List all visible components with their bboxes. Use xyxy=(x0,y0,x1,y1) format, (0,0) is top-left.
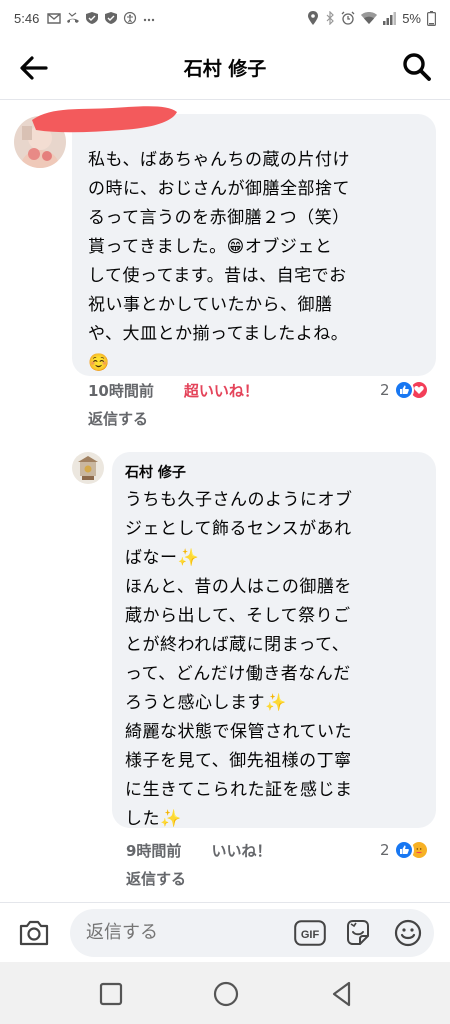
sticker-icon[interactable] xyxy=(344,918,372,948)
avatar[interactable] xyxy=(72,452,104,484)
shield-check-icon xyxy=(86,12,99,24)
search-icon[interactable] xyxy=(402,52,432,82)
top-bar: 石村 修子 xyxy=(0,36,450,100)
accessibility-icon xyxy=(124,12,137,24)
gif-icon[interactable]: GIF xyxy=(294,920,326,946)
reply-input[interactable] xyxy=(86,909,286,957)
battery-icon xyxy=(427,10,436,26)
recent-apps-icon[interactable] xyxy=(97,980,125,1008)
like-reaction-icon xyxy=(393,840,414,860)
status-bar: 5:46 5% xyxy=(0,0,450,36)
gmail-icon xyxy=(47,13,62,24)
comment-bubble[interactable]: 私も、ばあちゃんちの蔵の片付け の時に、おじさんが御膳全部捨て るって言うのを赤… xyxy=(72,114,436,376)
reply-input-container: GIF xyxy=(70,909,434,957)
home-icon[interactable] xyxy=(212,980,240,1008)
comment-text: うちも久子さんのようにオブ ジェとして飾るセンスがあれ ばなー✨ ほんと、昔の人… xyxy=(125,490,353,829)
like-reaction-icon xyxy=(393,380,414,400)
comment-time: 9時間前 xyxy=(126,842,182,860)
status-right-cluster: 5% xyxy=(307,10,436,26)
missed-call-icon xyxy=(67,12,80,23)
reaction-summary[interactable]: 2 xyxy=(380,380,429,400)
comment-meta: 10時間前 超いいね！ xyxy=(88,380,259,401)
reply-button[interactable]: 返信する xyxy=(126,868,186,889)
reply-composer: GIF xyxy=(0,902,450,962)
comment-text: 私も、ばあちゃんちの蔵の片付け の時に、おじさんが御膳全部捨て るって言うのを赤… xyxy=(88,150,350,373)
wifi-icon xyxy=(361,11,378,24)
reaction-summary[interactable]: 2 xyxy=(380,840,429,860)
shield-check-icon xyxy=(105,12,118,24)
comment-bubble[interactable]: 石村 修子 うちも久子さんのようにオブ ジェとして飾るセンスがあれ ばなー✨ ほ… xyxy=(112,452,436,829)
alarm-icon xyxy=(341,11,355,25)
emoji-icon[interactable] xyxy=(394,919,422,947)
reply-button[interactable]: 返信する xyxy=(88,408,148,429)
back-nav-icon[interactable] xyxy=(328,980,356,1008)
super-like-button[interactable]: 超いいね！ xyxy=(184,380,259,401)
camera-icon[interactable] xyxy=(18,919,50,947)
comment-time: 10時間前 xyxy=(88,382,154,400)
more-dots-icon xyxy=(144,18,155,22)
signal-icon xyxy=(383,11,397,25)
comment-meta: 9時間前 いいね！ xyxy=(126,840,271,861)
system-nav-bar xyxy=(0,962,450,1024)
like-button[interactable]: いいね！ xyxy=(211,840,271,861)
location-icon xyxy=(308,11,319,25)
reaction-count: 2 xyxy=(380,841,390,859)
comment-author[interactable]: 石村 修子 xyxy=(125,462,186,482)
back-arrow-icon[interactable] xyxy=(18,54,50,82)
gif-label: GIF xyxy=(301,929,320,941)
redaction-mark xyxy=(32,106,177,133)
avatar-image xyxy=(72,452,104,484)
page-title: 石村 修子 xyxy=(183,58,267,80)
status-time: 5:46 xyxy=(14,10,40,26)
battery-percent: 5% xyxy=(402,10,421,26)
bluetooth-icon xyxy=(326,11,335,25)
reaction-count: 2 xyxy=(380,381,390,399)
